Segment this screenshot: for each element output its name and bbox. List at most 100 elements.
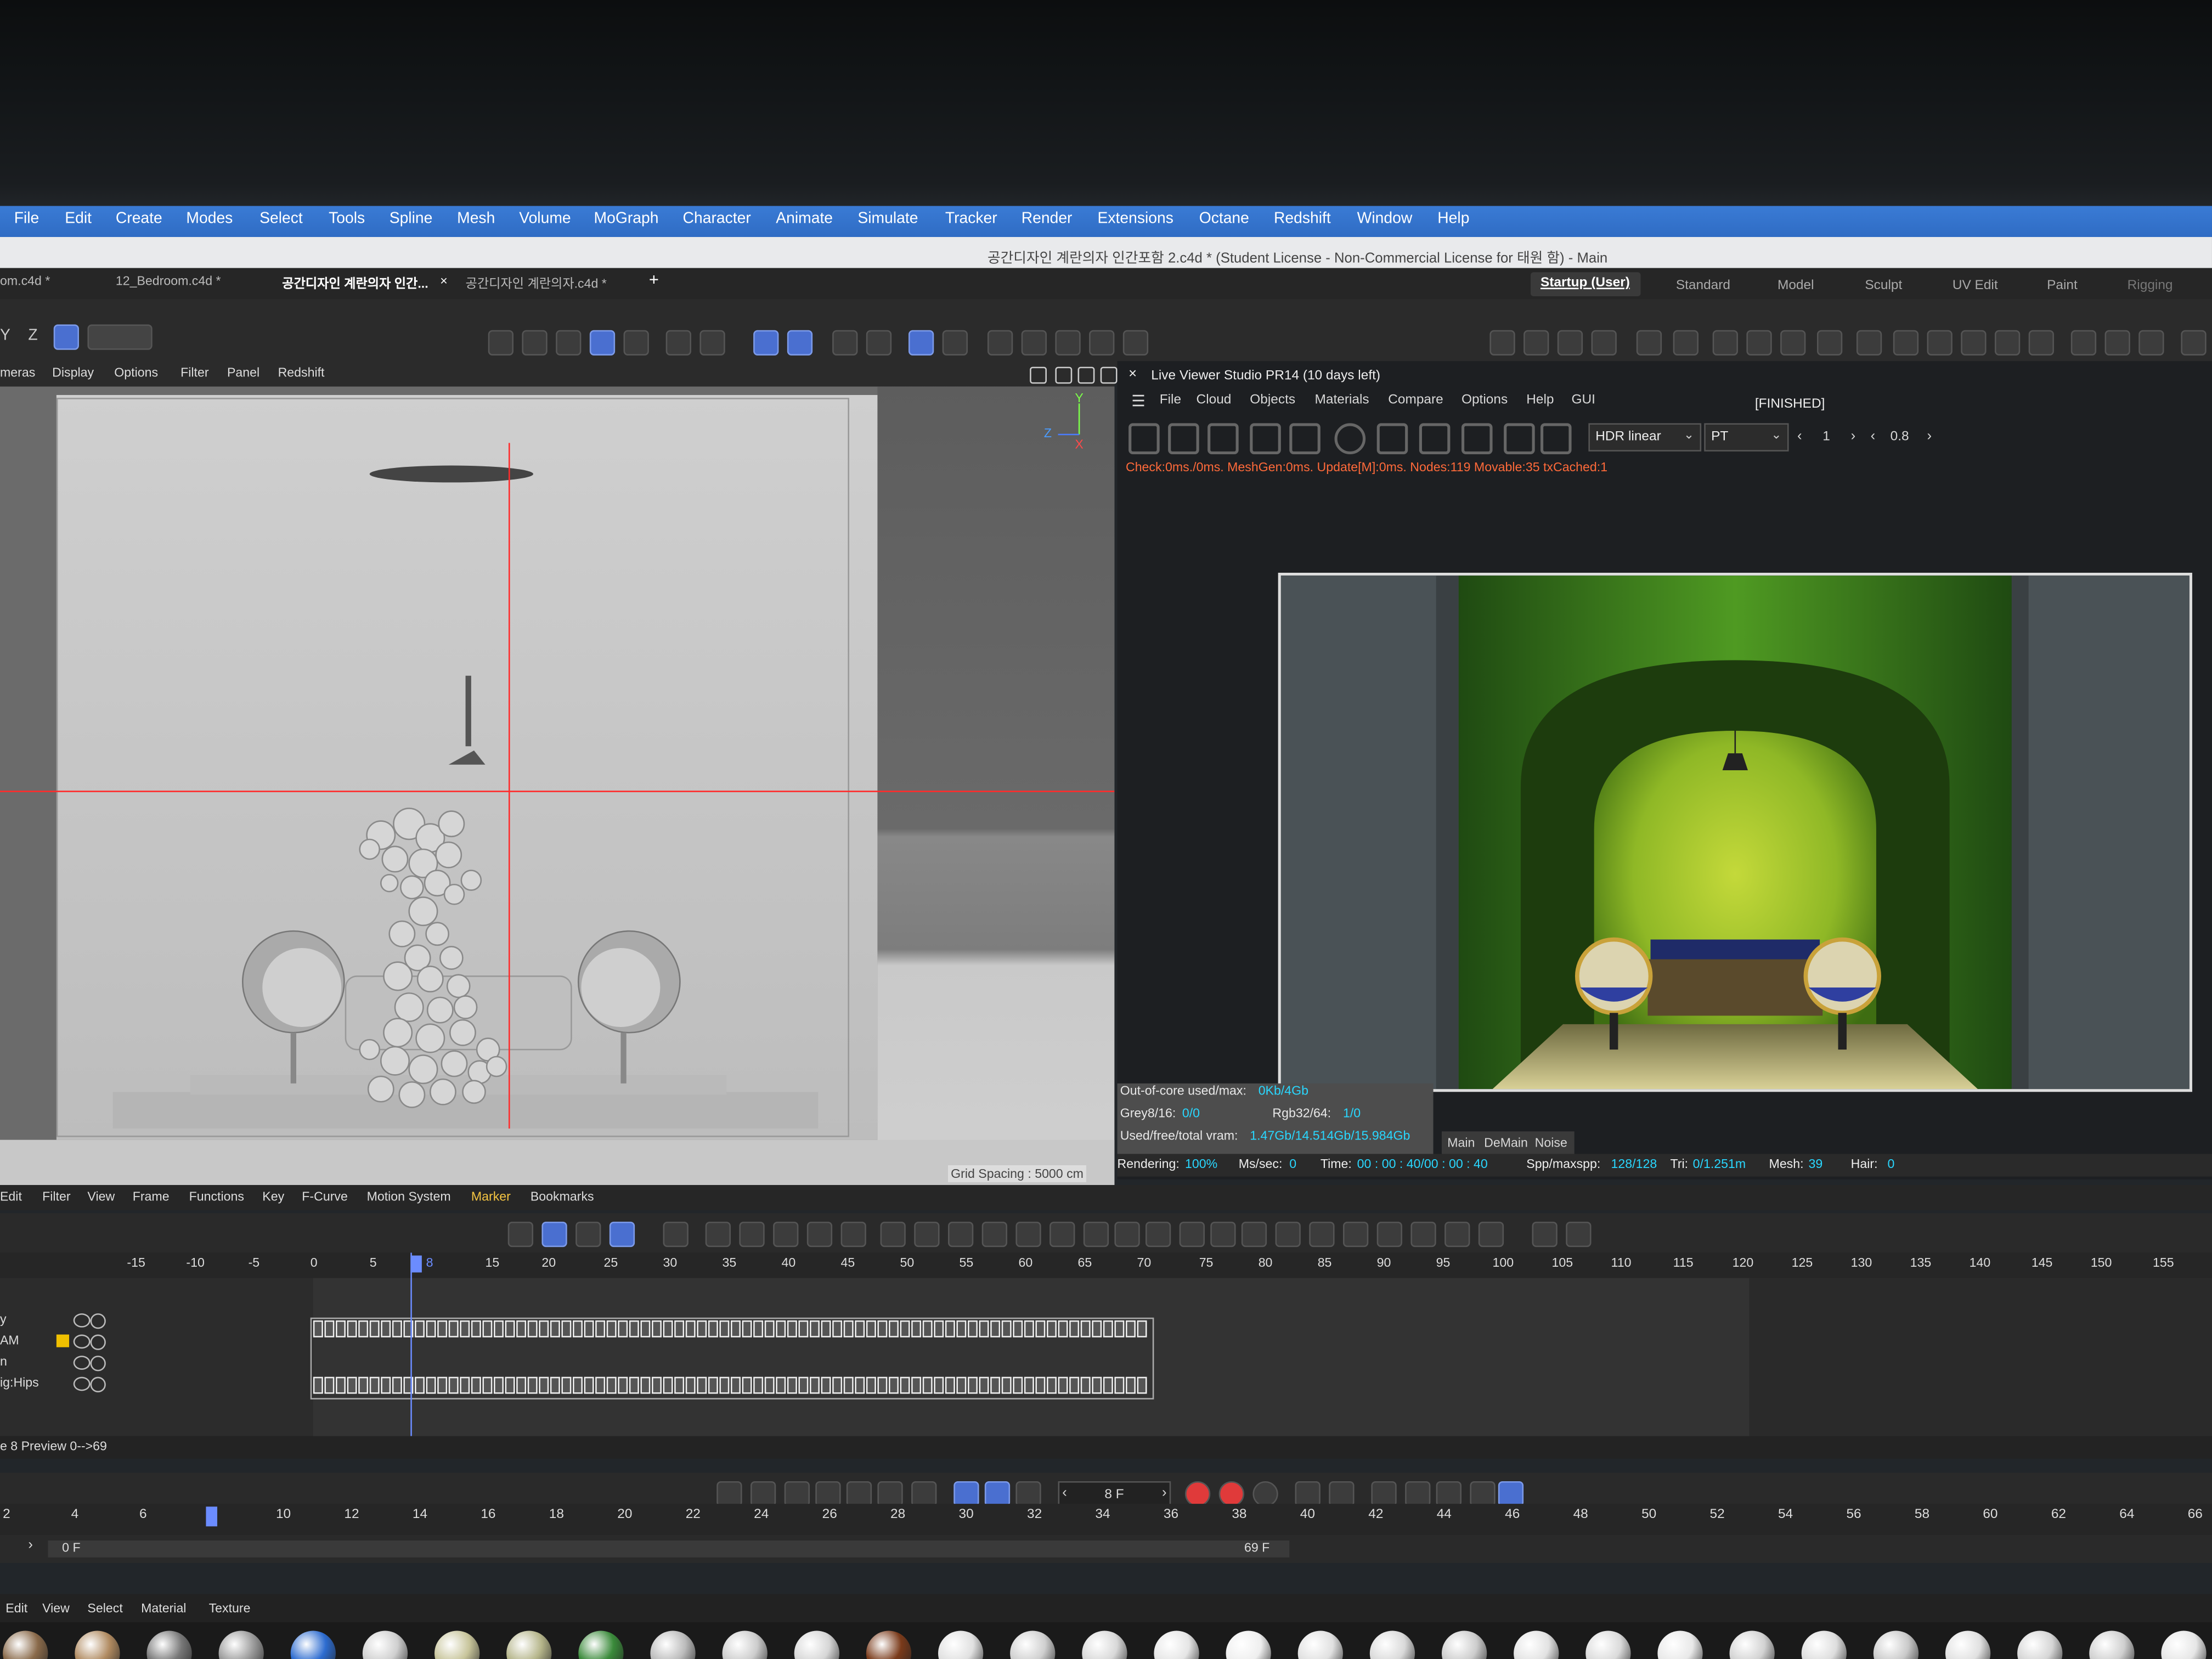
material-menu-0[interactable]: Edit xyxy=(5,1601,27,1616)
menu-select[interactable]: Select xyxy=(259,210,303,227)
viewport-menu-4[interactable]: Panel xyxy=(227,365,259,380)
track-name[interactable]: ig:Hips xyxy=(0,1375,39,1390)
record-key-icon[interactable] xyxy=(1218,1481,1244,1507)
timeline-menu-7[interactable]: Motion System xyxy=(367,1189,451,1204)
tab-noise[interactable]: Noise xyxy=(1535,1136,1567,1150)
viewport-nav-icon[interactable] xyxy=(1030,366,1047,384)
layout-sculpt[interactable]: Sculpt xyxy=(1865,278,1902,294)
current-time-marker[interactable] xyxy=(410,1255,422,1273)
timeline-tool-icon[interactable] xyxy=(1566,1221,1592,1248)
hamburger-menu-icon[interactable]: ☰ xyxy=(1131,392,1145,410)
toolbar-tool-icon[interactable] xyxy=(2181,330,2207,356)
timeline-tool-icon[interactable] xyxy=(914,1221,940,1248)
playback-control-icon[interactable] xyxy=(784,1481,810,1507)
key-option-icon[interactable] xyxy=(1405,1481,1431,1507)
timeline-tool-icon[interactable] xyxy=(1049,1221,1075,1248)
timeline-tool-icon[interactable] xyxy=(1179,1221,1205,1248)
menu-extensions[interactable]: Extensions xyxy=(1098,210,1173,227)
playhead-marker[interactable] xyxy=(206,1506,217,1527)
live-viewer-menu-7[interactable]: GUI xyxy=(1572,392,1595,408)
tab-2[interactable]: 12_Bedroom.c4d * xyxy=(116,274,221,288)
material-swatch[interactable] xyxy=(2089,1630,2135,1659)
timeline-tool-icon[interactable] xyxy=(541,1221,567,1248)
chevron-right-icon[interactable]: › xyxy=(1162,1486,1167,1501)
toolbar-tool-icon[interactable] xyxy=(1746,330,1772,356)
playback-mode-icon[interactable] xyxy=(1015,1481,1041,1507)
add-tab-icon[interactable]: + xyxy=(649,269,659,289)
material-swatch[interactable] xyxy=(75,1630,120,1659)
playback-mode-icon[interactable] xyxy=(984,1481,1011,1507)
timeline-tool-icon[interactable] xyxy=(806,1221,833,1248)
timeline-tool-icon[interactable] xyxy=(773,1221,799,1248)
menu-mograph[interactable]: MoGraph xyxy=(594,210,659,227)
toolbar-tool-icon[interactable] xyxy=(942,330,968,356)
material-swatch[interactable] xyxy=(1441,1630,1487,1659)
viewport-menu-5[interactable]: Redshift xyxy=(278,365,325,380)
material-swatch[interactable] xyxy=(1873,1630,1919,1659)
tab-active[interactable]: 공간디자인 계란의자 인간... xyxy=(282,274,428,292)
material-swatch[interactable] xyxy=(722,1630,768,1659)
material-swatch[interactable] xyxy=(1010,1630,1056,1659)
timeline-tool-icon[interactable] xyxy=(981,1221,1007,1248)
toolbar-tool-icon[interactable] xyxy=(665,330,691,356)
eye-icon[interactable] xyxy=(73,1334,91,1349)
material-swatch[interactable] xyxy=(1226,1630,1271,1659)
layout-rigging[interactable]: Rigging xyxy=(2128,278,2173,294)
material-swatch[interactable] xyxy=(218,1630,264,1659)
key-option-icon[interactable] xyxy=(1498,1481,1524,1507)
chevron-right-icon[interactable]: › xyxy=(28,1538,33,1553)
material-swatch[interactable] xyxy=(1514,1630,1559,1659)
eye-icon[interactable] xyxy=(73,1313,91,1328)
live-viewer-menu-5[interactable]: Options xyxy=(1462,392,1508,408)
material-swatch[interactable] xyxy=(2161,1630,2207,1659)
menu-tracker[interactable]: Tracker xyxy=(945,210,997,227)
toolbar-tool-icon[interactable] xyxy=(488,330,514,356)
timeline-menu-9[interactable]: Bookmarks xyxy=(531,1189,594,1204)
toolbar-tool-icon[interactable] xyxy=(1122,330,1149,356)
layout-model[interactable]: Model xyxy=(1778,278,1814,294)
menu-tools[interactable]: Tools xyxy=(329,210,365,227)
key-option-icon[interactable] xyxy=(1436,1481,1462,1507)
viewport-nav-icon[interactable] xyxy=(1055,366,1073,384)
live-viewer-menu-1[interactable]: Cloud xyxy=(1197,392,1232,408)
toolbar-tool-icon[interactable] xyxy=(1673,330,1699,356)
material-swatch[interactable] xyxy=(794,1630,839,1659)
menu-character[interactable]: Character xyxy=(683,210,751,227)
toolbar-tool-icon[interactable] xyxy=(1055,330,1081,356)
toolbar-tool-icon[interactable] xyxy=(1021,330,1047,356)
toolbar-tool-icon[interactable] xyxy=(589,330,616,356)
viewport-menu-2[interactable]: Options xyxy=(114,365,158,380)
toolbar-tool-icon[interactable] xyxy=(2070,330,2097,356)
chevron-left-icon[interactable]: ‹ xyxy=(1797,429,1802,444)
material-swatch[interactable] xyxy=(938,1630,984,1659)
live-viewer-tool-icon[interactable] xyxy=(1540,423,1572,454)
key-option-icon[interactable] xyxy=(1371,1481,1397,1507)
track-name[interactable]: y xyxy=(0,1312,7,1326)
playback-control-icon[interactable] xyxy=(716,1481,742,1507)
timeline-tool-icon[interactable] xyxy=(1114,1221,1140,1248)
toolbar-tool-icon[interactable] xyxy=(1780,330,1806,356)
toolbar-blank-icon[interactable] xyxy=(87,324,153,350)
material-swatch[interactable] xyxy=(1297,1630,1343,1659)
toolbar-tool-icon[interactable] xyxy=(832,330,858,356)
material-swatch[interactable] xyxy=(578,1630,624,1659)
tab-main[interactable]: Main xyxy=(1447,1136,1475,1150)
timeline-tool-icon[interactable] xyxy=(1015,1221,1041,1248)
timeline-tool-icon[interactable] xyxy=(739,1221,765,1248)
live-viewer-tool-icon[interactable] xyxy=(1250,423,1281,454)
playback-control-icon[interactable] xyxy=(911,1481,937,1507)
timeline-menu-5[interactable]: Key xyxy=(262,1189,284,1204)
solo-icon[interactable] xyxy=(90,1356,106,1372)
timeline-menu-1[interactable]: Filter xyxy=(42,1189,70,1204)
live-viewer-tool-icon[interactable] xyxy=(1168,423,1199,454)
range-slider[interactable]: › 0 F 69 F xyxy=(0,1534,2212,1564)
material-menu-1[interactable]: View xyxy=(42,1601,70,1616)
eye-icon[interactable] xyxy=(73,1356,91,1370)
material-swatch[interactable] xyxy=(2017,1630,2063,1659)
track-name[interactable]: n xyxy=(0,1355,7,1369)
timeline-tool-icon[interactable] xyxy=(575,1221,601,1248)
tab-1[interactable]: om.c4d * xyxy=(0,274,50,288)
menu-spline[interactable]: Spline xyxy=(390,210,433,227)
playback-control-icon[interactable] xyxy=(815,1481,841,1507)
live-viewer-tool-icon[interactable] xyxy=(1376,423,1408,454)
